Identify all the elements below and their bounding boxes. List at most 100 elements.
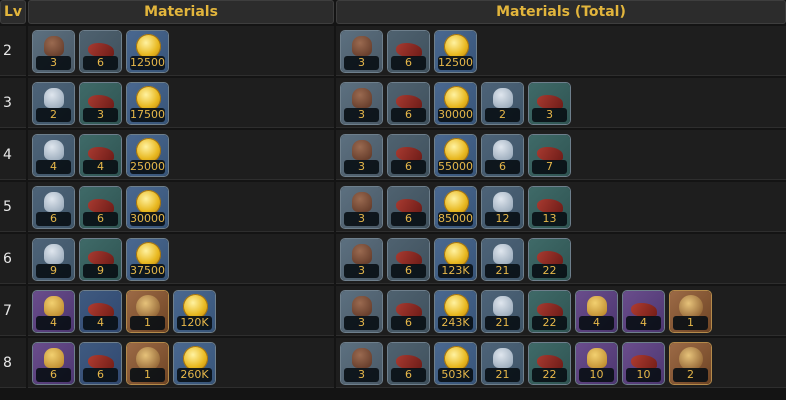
material-item[interactable]: 6 [387,238,430,281]
material-quantity: 10 [626,368,661,382]
material-item[interactable]: 1 [669,290,712,333]
material-item[interactable]: 3 [79,82,122,125]
material-quantity: 12 [485,212,520,226]
material-quantity: 4 [579,316,614,330]
material-item[interactable]: 13 [528,186,571,229]
material-item[interactable]: 17500 [126,82,169,125]
level-cell: 6 [0,234,26,284]
material-item[interactable]: 6 [387,134,430,177]
table-row: 2 3 6 12500 3 6 12500 [0,26,786,76]
material-item[interactable]: 22 [528,290,571,333]
material-quantity: 3 [532,108,567,122]
material-item[interactable]: 21 [481,342,524,385]
materials-cell: 4 4 25000 [28,130,334,180]
material-quantity: 6 [391,264,426,278]
material-item[interactable]: 22 [528,342,571,385]
material-item[interactable]: 3 [32,30,75,73]
material-quantity: 6 [36,368,71,382]
material-quantity: 2 [485,108,520,122]
material-item[interactable]: 21 [481,238,524,281]
material-quantity: 6 [83,56,118,70]
material-quantity: 4 [83,316,118,330]
material-quantity: 3 [36,56,71,70]
material-item[interactable]: 3 [340,290,383,333]
level-cell: 3 [0,78,26,128]
level-cell: 4 [0,130,26,180]
material-item[interactable]: 123K [434,238,477,281]
material-quantity: 9 [36,264,71,278]
material-item[interactable]: 4 [79,134,122,177]
header-materials-total: Materials (Total) [336,0,786,24]
material-quantity: 6 [485,160,520,174]
material-item[interactable]: 9 [79,238,122,281]
material-item[interactable]: 6 [79,342,122,385]
material-item[interactable]: 1 [126,290,169,333]
material-item[interactable]: 25000 [126,134,169,177]
material-item[interactable]: 6 [387,186,430,229]
material-item[interactable]: 3 [340,30,383,73]
material-item[interactable]: 260K [173,342,216,385]
material-item[interactable]: 6 [32,186,75,229]
material-item[interactable]: 30000 [434,82,477,125]
material-item[interactable]: 6 [387,290,430,333]
material-item[interactable]: 12500 [434,30,477,73]
material-item[interactable]: 3 [528,82,571,125]
material-item[interactable]: 4 [622,290,665,333]
material-item[interactable]: 9 [32,238,75,281]
material-item[interactable]: 4 [32,290,75,333]
material-item[interactable]: 3 [340,342,383,385]
material-item[interactable]: 2 [669,342,712,385]
material-quantity: 30000 [438,108,473,122]
material-quantity: 55000 [438,160,473,174]
material-item[interactable]: 4 [79,290,122,333]
materials-cell: 9 9 37500 [28,234,334,284]
level-cell: 2 [0,26,26,76]
header-lv: Lv [0,0,26,24]
material-quantity: 3 [344,316,379,330]
material-quantity: 6 [391,56,426,70]
material-item[interactable]: 503K [434,342,477,385]
upgrade-materials-table: Lv Materials Materials (Total) 2 3 6 12500 3… [0,0,786,400]
material-quantity: 4 [626,316,661,330]
material-item[interactable]: 6 [387,82,430,125]
material-quantity: 22 [532,264,567,278]
material-item[interactable]: 3 [340,238,383,281]
materials-cell: 4 4 1 120K [28,286,334,336]
material-item[interactable]: 10 [575,342,618,385]
material-item[interactable]: 6 [79,30,122,73]
level-cell: 8 [0,338,26,388]
material-item[interactable]: 6 [387,30,430,73]
material-item[interactable]: 4 [575,290,618,333]
materials-total-cell: 3 6 30000 2 3 [336,78,786,128]
material-item[interactable]: 6 [481,134,524,177]
material-item[interactable]: 3 [340,186,383,229]
level-cell: 7 [0,286,26,336]
material-item[interactable]: 4 [32,134,75,177]
material-item[interactable]: 6 [387,342,430,385]
material-quantity: 12500 [438,56,473,70]
material-item[interactable]: 21 [481,290,524,333]
material-quantity: 1 [130,316,165,330]
material-item[interactable]: 6 [79,186,122,229]
material-item[interactable]: 3 [340,82,383,125]
material-item[interactable]: 6 [32,342,75,385]
material-item[interactable]: 55000 [434,134,477,177]
material-item[interactable]: 85000 [434,186,477,229]
material-item[interactable]: 120K [173,290,216,333]
material-quantity: 6 [391,368,426,382]
material-item[interactable]: 37500 [126,238,169,281]
material-item[interactable]: 10 [622,342,665,385]
header-materials: Materials [28,0,334,24]
material-item[interactable]: 2 [481,82,524,125]
material-item[interactable]: 1 [126,342,169,385]
material-item[interactable]: 30000 [126,186,169,229]
material-item[interactable]: 2 [32,82,75,125]
material-item[interactable]: 22 [528,238,571,281]
material-item[interactable]: 12500 [126,30,169,73]
material-item[interactable]: 7 [528,134,571,177]
material-quantity: 37500 [130,264,165,278]
material-item[interactable]: 243K [434,290,477,333]
material-quantity: 22 [532,316,567,330]
material-item[interactable]: 3 [340,134,383,177]
material-item[interactable]: 12 [481,186,524,229]
